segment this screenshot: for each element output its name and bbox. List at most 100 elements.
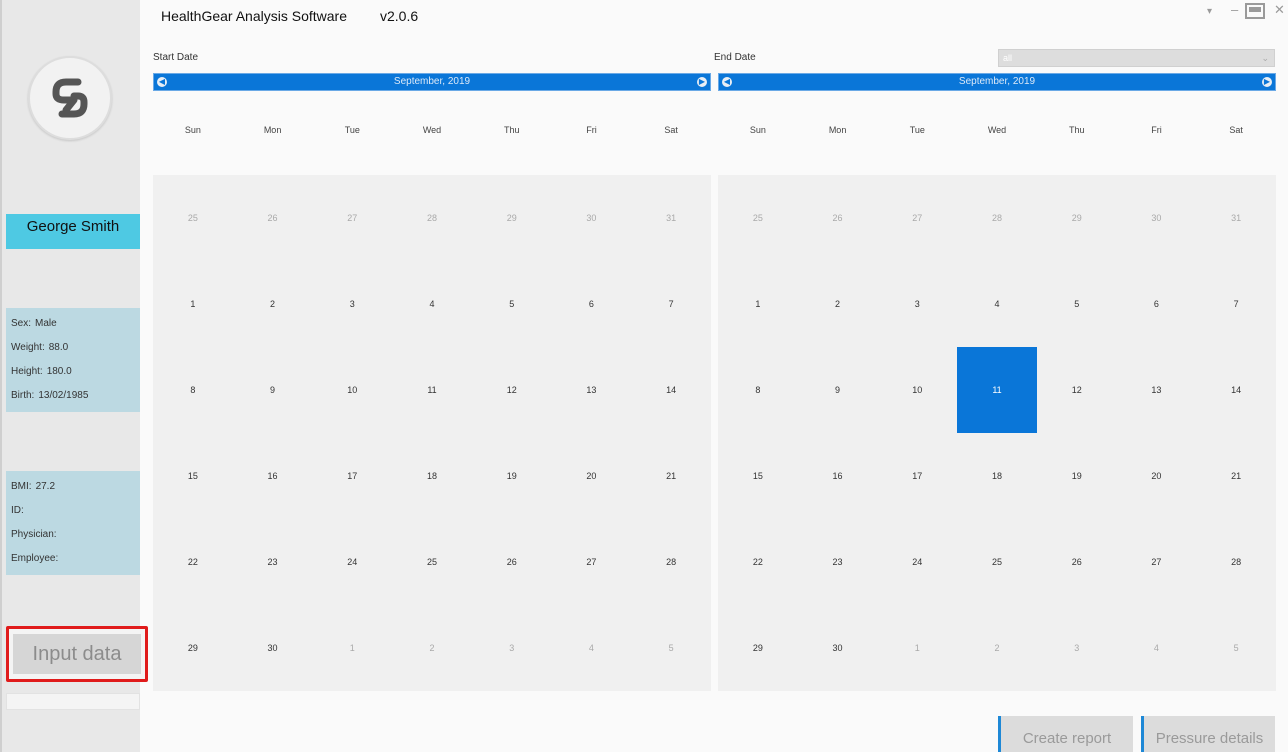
period-select[interactable]: all ⌄	[998, 49, 1275, 67]
calendar-day[interactable]: 1	[718, 261, 798, 347]
calendar-day[interactable]: 26	[798, 175, 878, 261]
calendar-day[interactable]: 30	[798, 605, 878, 691]
calendar-day[interactable]: 24	[877, 519, 957, 605]
calendar-day[interactable]: 20	[1117, 433, 1197, 519]
calendar-day[interactable]: 11	[957, 347, 1037, 433]
calendar-day[interactable]: 8	[153, 347, 233, 433]
calendar-day[interactable]: 27	[1117, 519, 1197, 605]
next-month-icon[interactable]: ▶	[1262, 77, 1272, 87]
calendar-day[interactable]: 13	[552, 347, 632, 433]
calendar-day[interactable]: 6	[552, 261, 632, 347]
calendar-day[interactable]: 15	[718, 433, 798, 519]
calendar-day[interactable]: 26	[472, 519, 552, 605]
calendar-day[interactable]: 7	[1196, 261, 1276, 347]
calendar-day[interactable]: 24	[312, 519, 392, 605]
calendar-day[interactable]: 5	[1196, 605, 1276, 691]
calendar-day[interactable]: 1	[312, 605, 392, 691]
calendar-day[interactable]: 28	[631, 519, 711, 605]
calendar-day[interactable]: 7	[631, 261, 711, 347]
calendar-day[interactable]: 1	[877, 605, 957, 691]
calendar-day[interactable]: 3	[312, 261, 392, 347]
calendar-day[interactable]: 30	[233, 605, 313, 691]
end-calendar-month[interactable]: September, 2019	[959, 76, 1035, 87]
create-report-button[interactable]: Create report	[998, 716, 1133, 752]
calendar-day[interactable]: 22	[153, 519, 233, 605]
next-month-icon[interactable]: ▶	[697, 77, 707, 87]
calendar-day[interactable]: 10	[312, 347, 392, 433]
calendar-day[interactable]: 27	[877, 175, 957, 261]
calendar-day[interactable]: 2	[233, 261, 313, 347]
calendar-day[interactable]: 1	[153, 261, 233, 347]
calendar-day[interactable]: 19	[1037, 433, 1117, 519]
calendar-day[interactable]: 30	[1117, 175, 1197, 261]
calendar-day[interactable]: 10	[877, 347, 957, 433]
calendar-day[interactable]: 3	[877, 261, 957, 347]
menu-dropdown-icon[interactable]: ▾	[1207, 6, 1212, 17]
calendar-day[interactable]: 20	[552, 433, 632, 519]
calendar-day[interactable]: 25	[957, 519, 1037, 605]
calendar-day[interactable]: 27	[312, 175, 392, 261]
calendar-day[interactable]: 16	[798, 433, 878, 519]
calendar-day[interactable]: 27	[552, 519, 632, 605]
calendar-day[interactable]: 18	[392, 433, 472, 519]
calendar-day[interactable]: 29	[153, 605, 233, 691]
weekday-label: Sun	[749, 125, 766, 135]
calendar-day[interactable]: 3	[472, 605, 552, 691]
calendar-day[interactable]: 21	[631, 433, 711, 519]
calendar-day[interactable]: 13	[1117, 347, 1197, 433]
calendar-day[interactable]: 31	[631, 175, 711, 261]
calendar-day[interactable]: 17	[877, 433, 957, 519]
prev-month-icon[interactable]: ◀	[722, 77, 732, 87]
app-title: HealthGear Analysis Software	[161, 8, 347, 24]
calendar-day[interactable]: 2	[392, 605, 472, 691]
calendar-day[interactable]: 28	[392, 175, 472, 261]
calendar-day[interactable]: 26	[233, 175, 313, 261]
calendar-day[interactable]: 14	[1196, 347, 1276, 433]
pressure-details-button[interactable]: Pressure details	[1141, 716, 1275, 752]
calendar-day[interactable]: 5	[631, 605, 711, 691]
calendar-day[interactable]: 26	[1037, 519, 1117, 605]
calendar-day[interactable]: 3	[1037, 605, 1117, 691]
calendar-day[interactable]: 2	[957, 605, 1037, 691]
calendar-day[interactable]: 9	[233, 347, 313, 433]
prev-month-icon[interactable]: ◀	[157, 77, 167, 87]
calendar-day[interactable]: 23	[798, 519, 878, 605]
calendar-day[interactable]: 28	[957, 175, 1037, 261]
input-data-button[interactable]: Input data	[13, 634, 141, 674]
calendar-day[interactable]: 22	[718, 519, 798, 605]
calendar-day[interactable]: 23	[233, 519, 313, 605]
calendar-day[interactable]: 12	[472, 347, 552, 433]
calendar-day[interactable]: 25	[153, 175, 233, 261]
calendar-day[interactable]: 25	[392, 519, 472, 605]
calendar-day[interactable]: 11	[392, 347, 472, 433]
calendar-day[interactable]: 8	[718, 347, 798, 433]
calendar-day[interactable]: 5	[1037, 261, 1117, 347]
calendar-day[interactable]: 6	[1117, 261, 1197, 347]
calendar-day[interactable]: 29	[718, 605, 798, 691]
calendar-day[interactable]: 21	[1196, 433, 1276, 519]
calendar-day[interactable]: 4	[957, 261, 1037, 347]
calendar-day[interactable]: 15	[153, 433, 233, 519]
calendar-day[interactable]: 31	[1196, 175, 1276, 261]
maximize-button[interactable]	[1245, 3, 1265, 19]
calendar-day[interactable]: 4	[1117, 605, 1197, 691]
calendar-day[interactable]: 4	[392, 261, 472, 347]
calendar-day[interactable]: 25	[718, 175, 798, 261]
close-button[interactable]: ✕	[1274, 2, 1285, 18]
calendar-day[interactable]: 2	[798, 261, 878, 347]
calendar-day[interactable]: 16	[233, 433, 313, 519]
calendar-day[interactable]: 28	[1196, 519, 1276, 605]
calendar-day[interactable]: 9	[798, 347, 878, 433]
calendar-day[interactable]: 14	[631, 347, 711, 433]
start-calendar-month[interactable]: September, 2019	[394, 76, 470, 87]
calendar-day[interactable]: 30	[552, 175, 632, 261]
calendar-day[interactable]: 19	[472, 433, 552, 519]
calendar-day[interactable]: 17	[312, 433, 392, 519]
calendar-day[interactable]: 29	[1037, 175, 1117, 261]
calendar-day[interactable]: 18	[957, 433, 1037, 519]
minimize-button[interactable]: –	[1231, 2, 1238, 17]
calendar-day[interactable]: 29	[472, 175, 552, 261]
calendar-day[interactable]: 12	[1037, 347, 1117, 433]
calendar-day[interactable]: 4	[552, 605, 632, 691]
calendar-day[interactable]: 5	[472, 261, 552, 347]
